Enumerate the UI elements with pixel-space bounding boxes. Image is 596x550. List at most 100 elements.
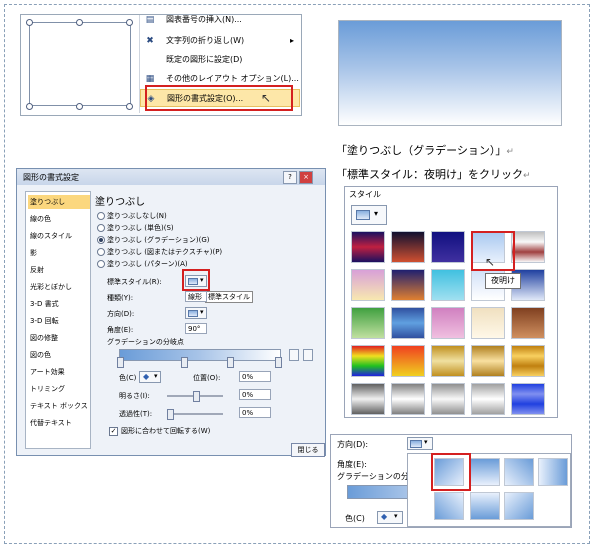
- brightness-thumb[interactable]: [193, 391, 200, 402]
- preset-gradient-tile[interactable]: [471, 383, 505, 415]
- direction-tile[interactable]: [538, 458, 568, 486]
- preset-gradient-tile[interactable]: [511, 383, 545, 415]
- preset-gradient-tile[interactable]: [351, 307, 385, 339]
- gradient-stop[interactable]: [275, 357, 282, 368]
- add-stop-button[interactable]: [289, 349, 299, 361]
- nav-artistic-effects[interactable]: アート効果: [28, 365, 90, 379]
- preset-gradient-tile[interactable]: [431, 269, 465, 301]
- rotate-checkbox[interactable]: ✓: [109, 427, 118, 436]
- transparency-input[interactable]: 0%: [239, 407, 271, 418]
- resize-handle[interactable]: [76, 103, 83, 110]
- mouse-cursor-icon: ↖: [485, 255, 496, 269]
- help-button[interactable]: ?: [283, 171, 297, 184]
- nav-3d-rotation[interactable]: 3-D 回転: [28, 314, 90, 328]
- menu-item-text-wrap[interactable]: ✖ 文字列の折り返し(W) ▸: [140, 32, 300, 50]
- radio-pattern-fill[interactable]: [97, 260, 105, 268]
- resize-handle[interactable]: [26, 103, 33, 110]
- caption-line-1: 「塗りつぶし（グラデーション）」↵: [336, 144, 514, 157]
- direction-panel: 方向(D): ▾ 角度(E): グラデーションの分岐 色(C) ◆ ▾: [330, 434, 572, 528]
- remove-stop-button[interactable]: [303, 349, 313, 361]
- direction-tile[interactable]: [470, 458, 500, 486]
- preset-gradient-tile[interactable]: [351, 231, 385, 263]
- nav-line-style[interactable]: 線のスタイル: [28, 229, 90, 243]
- preset-label: 標準スタイル(R):: [107, 278, 162, 286]
- direction-button[interactable]: ▾: [407, 437, 433, 450]
- gradient-stops-bar[interactable]: [347, 485, 409, 499]
- selected-shape[interactable]: [26, 19, 133, 110]
- preset-gradient-tile[interactable]: [391, 307, 425, 339]
- resize-handle[interactable]: [126, 19, 133, 26]
- angle-input[interactable]: 90°: [185, 323, 207, 334]
- nav-picture-color[interactable]: 図の色: [28, 348, 90, 362]
- nav-reflection[interactable]: 反射: [28, 263, 90, 277]
- menu-item-set-default-shape[interactable]: 既定の図形に設定(D): [140, 51, 300, 69]
- transparency-slider[interactable]: [167, 413, 223, 415]
- type-label: 種類(Y):: [107, 294, 134, 302]
- brightness-label: 明るさ(I):: [119, 392, 150, 400]
- gradient-stop[interactable]: [181, 357, 188, 368]
- option-label: 塗りつぶし (単色)(S): [107, 224, 174, 232]
- preset-gradient-tile[interactable]: [351, 345, 385, 377]
- preset-gradient-tile[interactable]: [431, 307, 465, 339]
- angle-label: 角度(E):: [107, 326, 134, 334]
- preset-gradient-tile[interactable]: [391, 231, 425, 263]
- highlight-box: [182, 269, 210, 291]
- preset-gradient-tile[interactable]: [391, 383, 425, 415]
- preset-gradient-tile[interactable]: [511, 307, 545, 339]
- gradient-stops-bar[interactable]: [119, 349, 281, 361]
- preset-tooltip: 標準スタイル: [205, 291, 253, 303]
- nav-3d-format[interactable]: 3-D 書式: [28, 297, 90, 311]
- resize-handle[interactable]: [76, 19, 83, 26]
- type-select[interactable]: 線形: [185, 291, 207, 302]
- radio-picture-fill[interactable]: [97, 248, 105, 256]
- close-button[interactable]: 閉じる: [291, 443, 325, 457]
- nav-line-color[interactable]: 線の色: [28, 212, 90, 226]
- preset-gradient-tile[interactable]: [471, 345, 505, 377]
- nav-text-box[interactable]: テキスト ボックス: [28, 399, 90, 413]
- resize-handle[interactable]: [126, 103, 133, 110]
- preset-gradient-tile[interactable]: [431, 345, 465, 377]
- radio-gradient-fill[interactable]: [97, 236, 105, 244]
- direction-tile[interactable]: [504, 458, 534, 486]
- preset-gradient-tile[interactable]: [511, 231, 545, 263]
- brightness-input[interactable]: 0%: [239, 389, 271, 400]
- preset-gradient-tile[interactable]: [471, 307, 505, 339]
- preset-gradient-tile[interactable]: [431, 231, 465, 263]
- option-label: 塗りつぶし (グラデーション)(G): [107, 236, 210, 244]
- section-title: 塗りつぶし: [95, 197, 146, 208]
- direction-button[interactable]: ▾: [185, 307, 207, 319]
- direction-tile[interactable]: [470, 492, 500, 520]
- nav-alt-text[interactable]: 代替テキスト: [28, 416, 90, 430]
- preset-gradient-tile[interactable]: [431, 383, 465, 415]
- nav-glow[interactable]: 光彩とぼかし: [28, 280, 90, 294]
- resize-handle[interactable]: [26, 19, 33, 26]
- gradient-stop[interactable]: [227, 357, 234, 368]
- preset-gradient-tile[interactable]: [351, 269, 385, 301]
- nav-fill[interactable]: 塗りつぶし: [28, 195, 90, 209]
- nav-picture-corrections[interactable]: 図の修整: [28, 331, 90, 345]
- transparency-thumb[interactable]: [167, 409, 174, 420]
- radio-no-fill[interactable]: [97, 212, 105, 220]
- gradient-stop[interactable]: [117, 357, 124, 368]
- direction-tile[interactable]: [434, 492, 464, 520]
- preset-dropdown-button[interactable]: ▾: [351, 205, 387, 225]
- color-picker-button[interactable]: ◆ ▾: [377, 511, 403, 524]
- close-icon[interactable]: ×: [299, 171, 313, 184]
- fill-pane: 塗りつぶし 塗りつぶしなし(N) 塗りつぶし (単色)(S) 塗りつぶし (グラ…: [93, 191, 319, 447]
- direction-tile[interactable]: [504, 492, 534, 520]
- angle-label: 角度(E):: [337, 460, 367, 469]
- preset-gradient-tile[interactable]: [391, 345, 425, 377]
- direction-label: 方向(D):: [107, 310, 135, 318]
- nav-crop[interactable]: トリミング: [28, 382, 90, 396]
- nav-shadow[interactable]: 影: [28, 246, 90, 260]
- preset-gradient-tile[interactable]: [391, 269, 425, 301]
- preset-gradient-tile[interactable]: [351, 383, 385, 415]
- dawn-tooltip: 夜明け: [485, 273, 521, 289]
- radio-solid-fill[interactable]: [97, 224, 105, 232]
- preset-gradient-tile[interactable]: [511, 345, 545, 377]
- stops-label: グラデーションの分岐点: [107, 338, 184, 346]
- position-input[interactable]: 0%: [239, 371, 271, 382]
- color-picker-button[interactable]: ◆ ▾: [139, 371, 161, 383]
- menu-item-insert-caption[interactable]: ▤ 図表番号の挿入(N)...: [140, 11, 300, 29]
- color-label: 色(C): [119, 374, 137, 382]
